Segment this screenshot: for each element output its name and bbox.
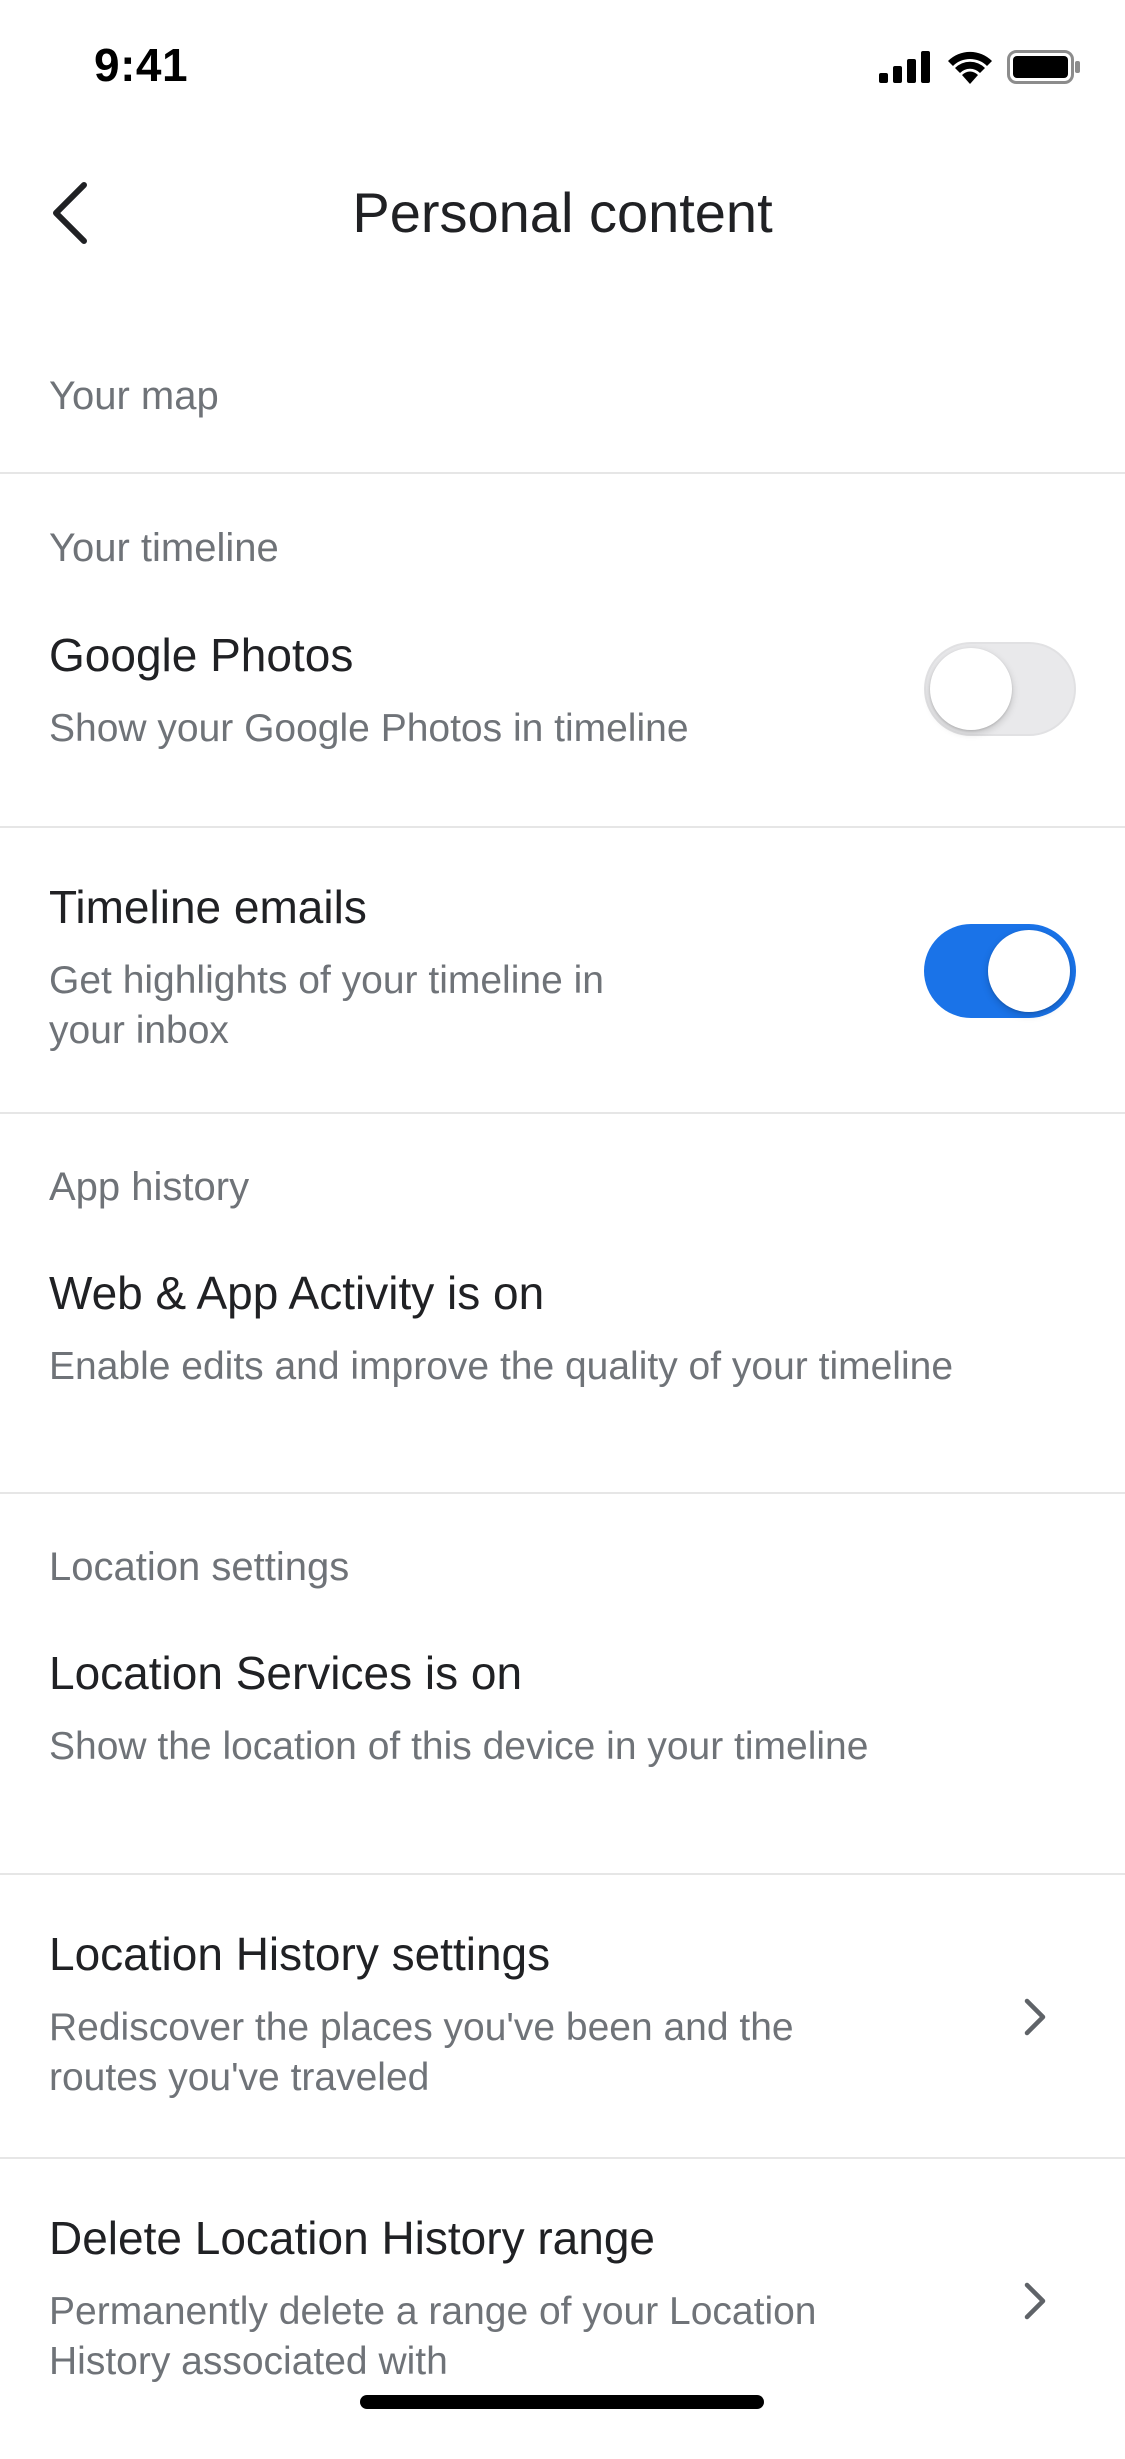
- status-icons: [879, 50, 1081, 89]
- app-bar: Personal content: [0, 150, 1125, 280]
- location-services-subtitle: Show the location of this device in your…: [49, 1725, 869, 1768]
- timeline-emails-title: Timeline emails: [49, 881, 367, 933]
- web-app-activity-row[interactable]: Web & App Activity is on Enable edits an…: [0, 1260, 1125, 1492]
- location-history-settings-row[interactable]: Location History settings Rediscover the…: [0, 1875, 1125, 2157]
- google-photos-toggle[interactable]: [924, 642, 1076, 736]
- delete-location-history-row[interactable]: Delete Location History range Permanentl…: [0, 2159, 1125, 2459]
- chevron-right-icon: [1015, 1997, 1055, 2037]
- home-indicator[interactable]: [360, 2395, 764, 2409]
- timeline-emails-subtitle: Get highlights of your timeline in your …: [49, 956, 1076, 1056]
- location-history-settings-subtitle: Rediscover the places you've been and th…: [49, 2003, 1076, 2103]
- location-services-row[interactable]: Location Services is on Show the locatio…: [0, 1640, 1125, 1873]
- delete-location-history-subtitle-line2: History associated with: [49, 2340, 448, 2383]
- delete-location-history-subtitle: Permanently delete a range of your Locat…: [49, 2287, 1076, 2387]
- section-header-your-timeline: Your timeline: [49, 525, 279, 570]
- web-app-activity-title: Web & App Activity is on: [49, 1267, 545, 1319]
- delete-location-history-title: Delete Location History range: [49, 2212, 655, 2264]
- location-services-title: Location Services is on: [49, 1647, 523, 1699]
- toggle-knob: [988, 930, 1070, 1012]
- page-title: Personal content: [352, 181, 773, 244]
- timeline-emails-subtitle-line2: your inbox: [49, 1009, 229, 1052]
- location-history-settings-subtitle-line2: routes you've traveled: [49, 2056, 430, 2099]
- timeline-emails-row[interactable]: Timeline emails Get highlights of your t…: [0, 828, 1125, 1112]
- settings-list: Your map Your timeline Google Photos Sho…: [0, 320, 1125, 2459]
- delete-location-history-subtitle-line1: Permanently delete a range of your Locat…: [49, 2290, 817, 2333]
- location-history-settings-title: Location History settings: [49, 1928, 551, 1980]
- wifi-icon: [947, 50, 993, 89]
- toggle-knob: [930, 648, 1012, 730]
- section-header-app-history: App history: [49, 1164, 250, 1209]
- location-history-settings-subtitle-line1: Rediscover the places you've been and th…: [49, 2006, 794, 2049]
- section-header-your-map[interactable]: Your map: [0, 320, 1125, 472]
- google-photos-subtitle: Show your Google Photos in timeline: [49, 707, 689, 750]
- status-time: 9:41: [94, 39, 189, 91]
- battery-icon: [1007, 50, 1081, 89]
- status-bar: 9:41: [0, 0, 1125, 132]
- chevron-right-icon: [1015, 2281, 1055, 2321]
- cellular-signal-icon: [879, 51, 933, 88]
- google-photos-title: Google Photos: [49, 629, 354, 681]
- timeline-emails-toggle[interactable]: [924, 924, 1076, 1018]
- timeline-emails-subtitle-line1: Get highlights of your timeline in: [49, 959, 604, 1002]
- section-header-location-settings: Location settings: [49, 1544, 350, 1589]
- google-photos-row[interactable]: Google Photos Show your Google Photos in…: [0, 622, 1125, 826]
- web-app-activity-subtitle: Enable edits and improve the quality of …: [49, 1345, 954, 1388]
